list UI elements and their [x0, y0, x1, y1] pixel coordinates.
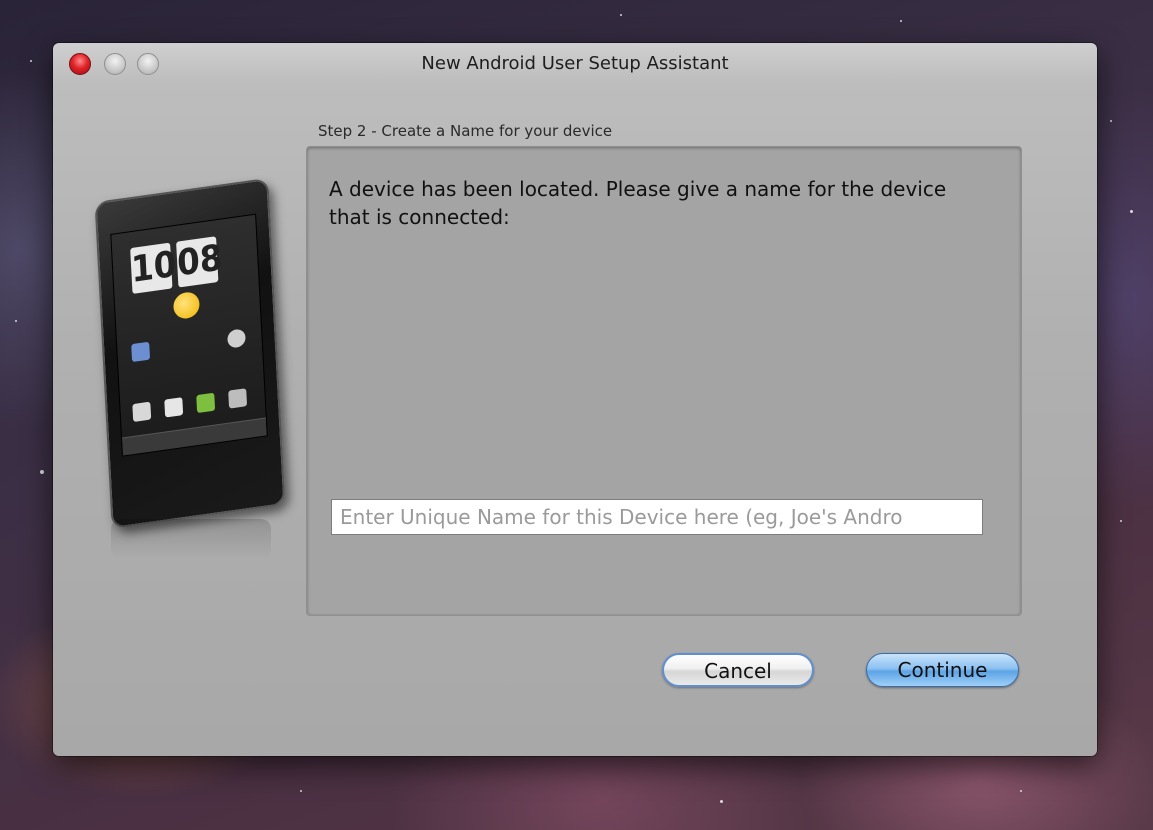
star — [300, 790, 302, 792]
star — [1120, 520, 1122, 522]
window-title: New Android User Setup Assistant — [421, 53, 729, 74]
phone-screen: 10 08 — [110, 213, 268, 457]
star — [1130, 210, 1133, 213]
people-app-icon — [132, 401, 152, 423]
star — [720, 800, 723, 803]
android-phone-image: 10 08 — [83, 177, 303, 559]
market-app-icon — [196, 392, 216, 414]
phone-clock-minute: 08 — [176, 236, 223, 288]
content-panel: A device has been located. Please give a… — [306, 146, 1022, 616]
title-bar[interactable]: New Android User Setup Assistant — [53, 43, 1097, 87]
phone-dock-bar — [121, 417, 267, 457]
instruction-message: A device has been located. Please give a… — [329, 177, 947, 229]
star — [15, 320, 17, 322]
star — [30, 60, 32, 62]
cancel-button[interactable]: Cancel — [662, 653, 814, 687]
phone-clock-hour: 10 — [130, 242, 177, 294]
step-label: Step 2 - Create a Name for your device — [318, 122, 613, 140]
mail-app-icon — [164, 397, 184, 418]
voicemail-app-icon — [227, 328, 246, 349]
weather-sun-icon — [172, 290, 201, 321]
messages-app-icon — [131, 341, 151, 363]
setup-assistant-window: New Android User Setup Assistant 10 08 S… — [53, 43, 1097, 756]
star — [620, 14, 622, 16]
device-name-input[interactable] — [331, 499, 983, 535]
star — [900, 20, 902, 22]
phone-body: 10 08 — [94, 177, 286, 530]
star — [1020, 790, 1022, 792]
continue-button[interactable]: Continue — [866, 653, 1019, 687]
star — [1110, 120, 1112, 122]
phone-reflection — [111, 519, 271, 559]
star — [40, 470, 44, 474]
camera-app-icon — [228, 388, 248, 409]
